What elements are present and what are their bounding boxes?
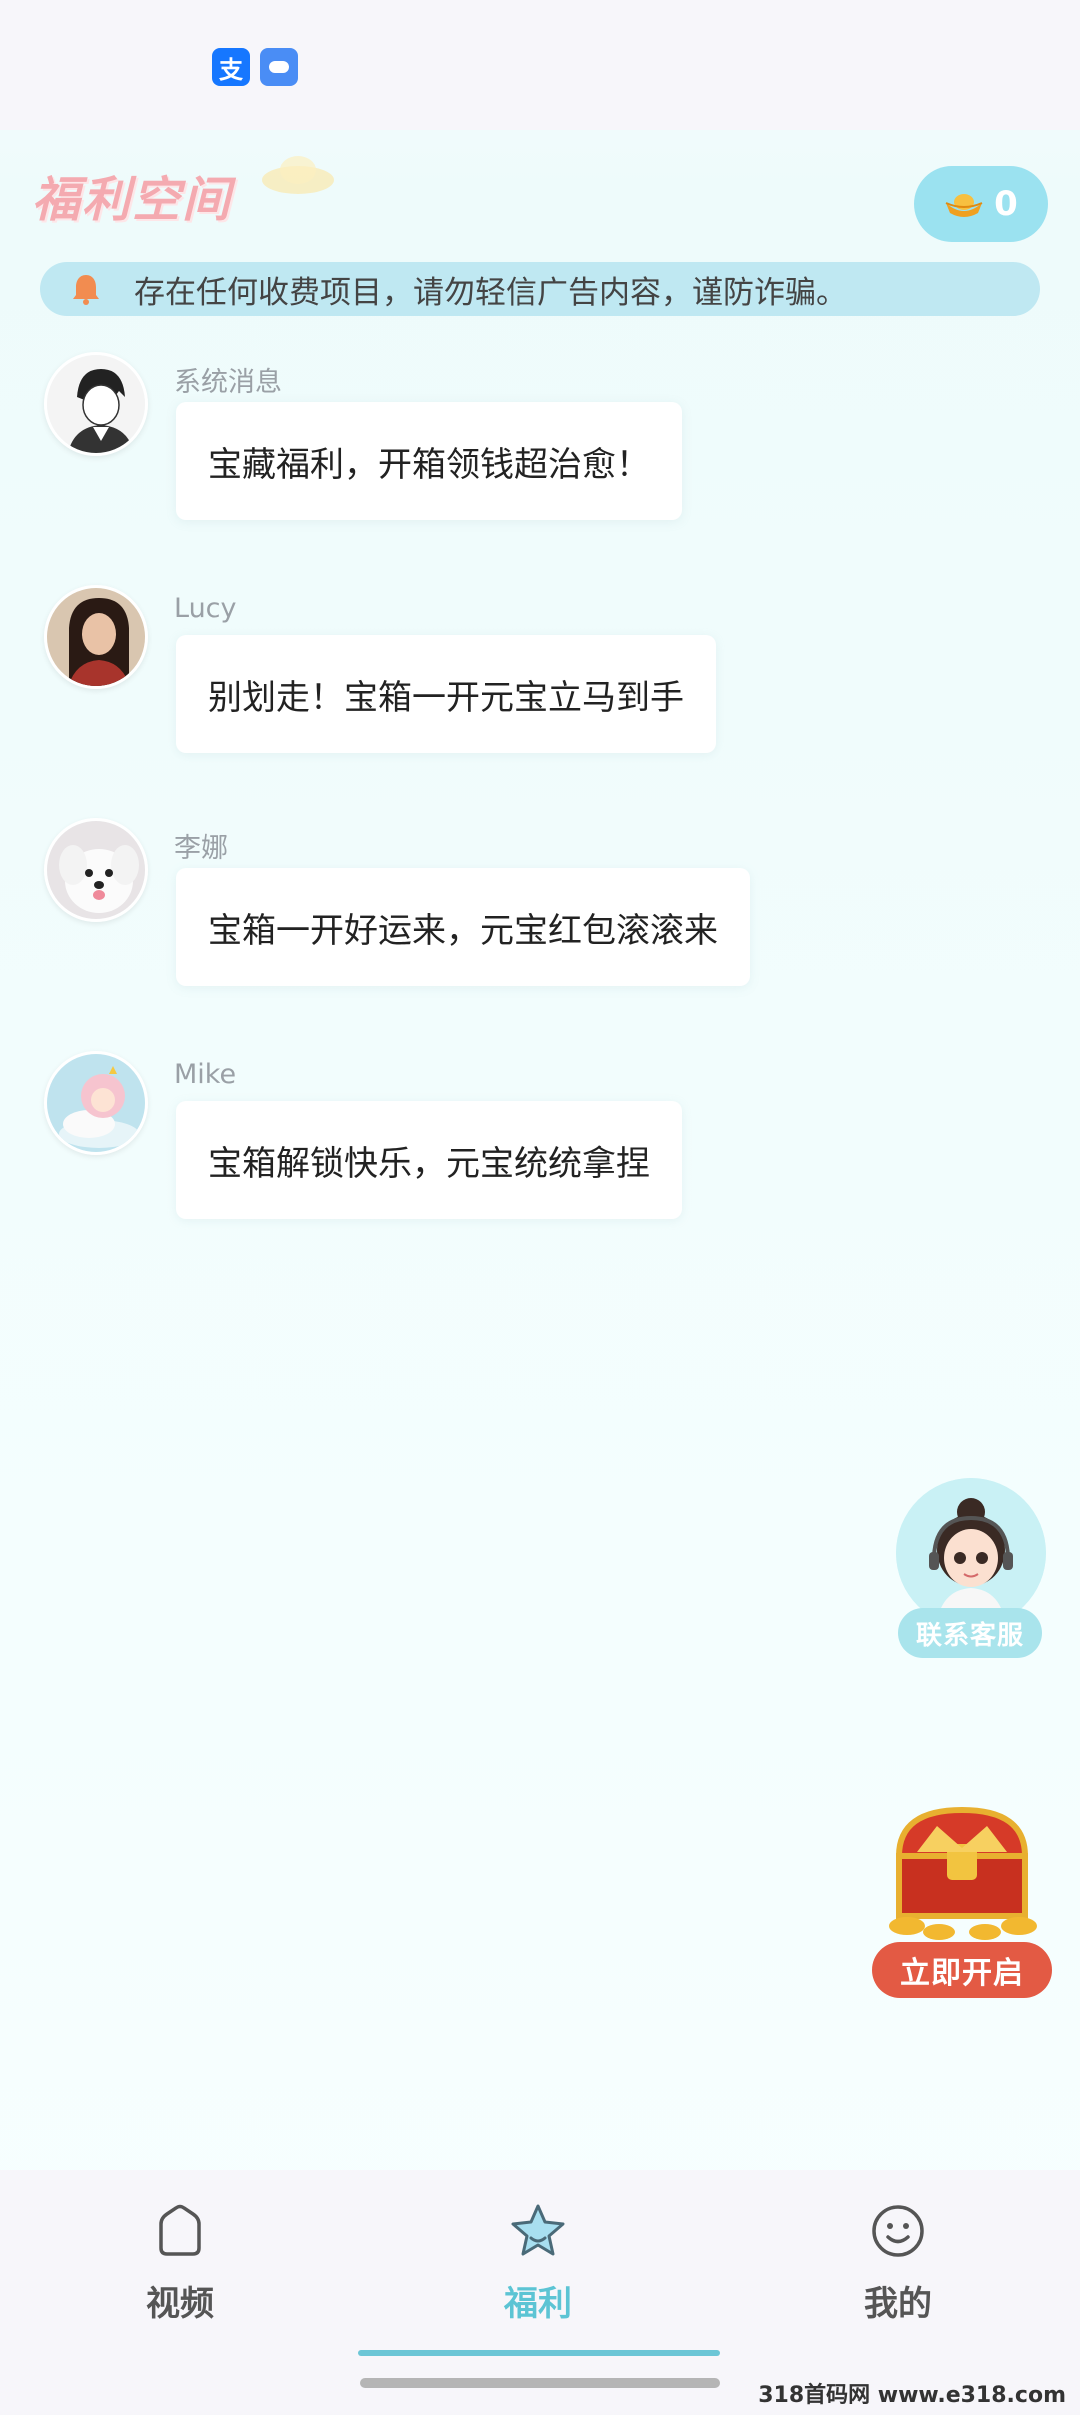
- avatar[interactable]: [44, 352, 148, 456]
- app-logo: 福利空间: [32, 172, 233, 228]
- message-icon: [260, 48, 298, 86]
- message-bubble: 宝藏福利，开箱领钱超治愈！: [176, 402, 682, 520]
- sender-name: 李娜: [174, 833, 228, 864]
- tab-welfare[interactable]: 福利: [438, 2200, 638, 2340]
- sender-name: Lucy: [174, 593, 237, 624]
- avatar[interactable]: [44, 818, 148, 922]
- message-bubble: 宝箱一开好运来，元宝红包滚滚来: [176, 868, 750, 986]
- tab-video[interactable]: 视频: [80, 2200, 280, 2340]
- tab-label: 视频: [146, 2284, 214, 2324]
- watermark: 318首码网 www.e318.com: [758, 2383, 1066, 2408]
- home-indicator[interactable]: [360, 2378, 720, 2388]
- alipay-icon: 支: [212, 48, 250, 86]
- message-bubble: 别划走！宝箱一开元宝立马到手: [176, 635, 716, 753]
- notice-text: 存在任何收费项目，请勿轻信广告内容，谨防诈骗。: [134, 274, 847, 311]
- coin-balance[interactable]: 0: [914, 166, 1048, 242]
- customer-service-label: 联系客服: [898, 1608, 1042, 1658]
- avatar[interactable]: [44, 1051, 148, 1155]
- treasure-chest-icon: [889, 1806, 1037, 1940]
- avatar[interactable]: [44, 585, 148, 689]
- tab-label: 福利: [504, 2284, 572, 2324]
- tab-mine[interactable]: 我的: [798, 2200, 998, 2340]
- message-bubble: 宝箱解锁快乐，元宝统统拿捏: [176, 1101, 682, 1219]
- home-icon: [159, 2204, 201, 2256]
- status-bar: 支: [0, 0, 1080, 130]
- notice-bar: 存在任何收费项目，请勿轻信广告内容，谨防诈骗。: [40, 262, 1040, 316]
- sender-name: Mike: [174, 1059, 237, 1090]
- gold-ingot-icon: [262, 156, 334, 194]
- active-tab-indicator: [358, 2350, 720, 2356]
- gold-ingot-icon: [945, 194, 983, 217]
- bell-icon: [73, 275, 99, 305]
- tab-label: 我的: [864, 2284, 932, 2324]
- customer-service-button[interactable]: 联系客服: [896, 1478, 1046, 1658]
- star-icon: [511, 2204, 565, 2256]
- smile-icon: [872, 2205, 924, 2257]
- coin-count: 0: [994, 184, 1018, 224]
- customer-service-avatar: [896, 1478, 1046, 1628]
- treasure-chest-button[interactable]: 立即开启: [872, 1796, 1052, 2002]
- open-now-button[interactable]: 立即开启: [872, 1942, 1052, 1998]
- sender-name: 系统消息: [174, 367, 282, 398]
